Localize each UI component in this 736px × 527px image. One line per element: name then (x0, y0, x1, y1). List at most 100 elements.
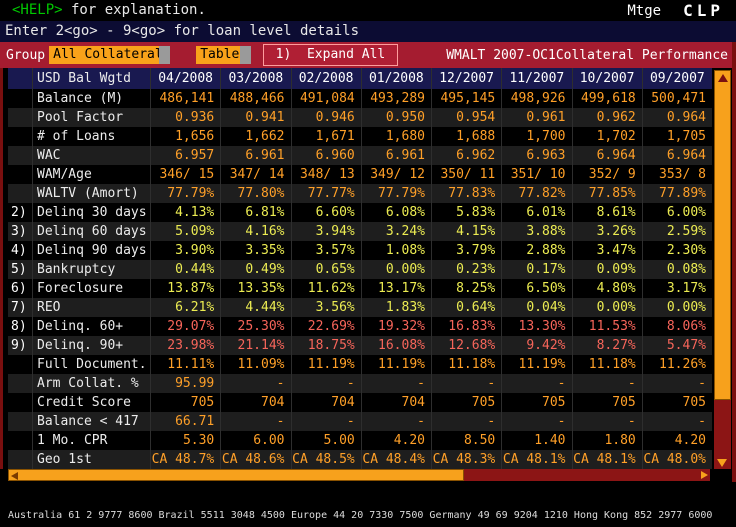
vertical-scrollbar[interactable] (714, 70, 731, 469)
table-row: 3)Delinq 60 days5.09%4.16%3.94%3.24%4.15… (8, 222, 712, 241)
table-row: 5)Bankruptcy0.44%0.49%0.65%0.00%0.23%0.1… (8, 260, 712, 279)
row-number[interactable]: 9) (8, 336, 32, 355)
view-dropdown-handle[interactable] (240, 46, 251, 64)
cell-value: 66.71 (150, 412, 220, 431)
cell-value: 5.47% (642, 336, 712, 355)
cell-value: 6.962 (431, 146, 501, 165)
row-number[interactable]: 2) (8, 203, 32, 222)
cell-value: 346/ 15 (150, 165, 220, 184)
cell-value: 3.90% (150, 241, 220, 260)
cell-value: 3.56% (291, 298, 361, 317)
cell-value: 488,466 (220, 89, 290, 108)
cell-value: 21.14% (220, 336, 290, 355)
cell-value: 11.18% (431, 355, 501, 374)
column-header: 04/2008 (150, 68, 220, 89)
row-label[interactable]: Delinq 30 days (32, 203, 150, 222)
header-number-cell (8, 68, 32, 89)
cell-value: - (361, 374, 431, 393)
cell-value: 77.79% (150, 184, 220, 203)
table-row: # of Loans1,6561,6621,6711,6801,6881,700… (8, 127, 712, 146)
cell-value: 0.04% (501, 298, 571, 317)
cell-value: 1.80 (572, 431, 642, 450)
table-row: Full Document.11.11%11.09%11.19%11.19%11… (8, 355, 712, 374)
row-number[interactable]: 7) (8, 298, 32, 317)
expand-all-button[interactable]: 1) Expand All (263, 44, 399, 66)
group-dropdown[interactable]: All Collateral (49, 46, 159, 64)
cell-value: 499,618 (572, 89, 642, 108)
scroll-right-icon[interactable] (701, 471, 708, 479)
row-label[interactable]: REO (32, 298, 150, 317)
cell-value: - (572, 374, 642, 393)
row-label[interactable]: Delinq. 60+ (32, 317, 150, 336)
cell-value: 1.40 (501, 431, 571, 450)
cell-value: 498,926 (501, 89, 571, 108)
cell-value: 0.00% (642, 298, 712, 317)
cell-value: 349/ 12 (361, 165, 431, 184)
cell-value: 77.83% (431, 184, 501, 203)
cell-value: 4.20 (361, 431, 431, 450)
cell-value: 11.09% (220, 355, 290, 374)
cell-value: 1,700 (501, 127, 571, 146)
left-edge-strip (0, 68, 3, 469)
cell-value: 0.936 (150, 108, 220, 127)
cell-value: 1,662 (220, 127, 290, 146)
cell-value: 500,471 (642, 89, 712, 108)
horizontal-scrollbar-thumb[interactable] (8, 469, 464, 481)
cell-value: 0.08% (642, 260, 712, 279)
cell-value: CA 48.5% (291, 450, 361, 469)
cell-value: 25.30% (220, 317, 290, 336)
cell-value: 13.35% (220, 279, 290, 298)
cell-value: 0.962 (572, 108, 642, 127)
cell-value: 22.69% (291, 317, 361, 336)
row-number (8, 431, 32, 450)
cell-value: 8.61% (572, 203, 642, 222)
row-label[interactable]: Bankruptcy (32, 260, 150, 279)
cell-value: 1.83% (361, 298, 431, 317)
scroll-left-icon[interactable] (11, 472, 18, 480)
row-label[interactable]: Delinq. 90+ (32, 336, 150, 355)
cell-value: 3.24% (361, 222, 431, 241)
horizontal-scrollbar[interactable] (8, 469, 710, 481)
vertical-scrollbar-thumb[interactable] (714, 70, 731, 400)
cell-value: 18.75% (291, 336, 361, 355)
row-label[interactable]: Delinq 60 days (32, 222, 150, 241)
row-number[interactable]: 8) (8, 317, 32, 336)
scroll-down-icon[interactable] (717, 459, 727, 467)
table-row: WAM/Age346/ 15347/ 14348/ 13349/ 12350/ … (8, 165, 712, 184)
cell-value: 77.80% (220, 184, 290, 203)
table-header-row: USD Bal Wgtd 04/200803/200802/200801/200… (8, 68, 712, 89)
cell-value: 6.960 (291, 146, 361, 165)
cell-value: CA 48.6% (220, 450, 290, 469)
cell-value: 3.17% (642, 279, 712, 298)
scroll-up-icon[interactable] (718, 74, 728, 82)
row-number (8, 184, 32, 203)
row-number[interactable]: 3) (8, 222, 32, 241)
row-number[interactable]: 5) (8, 260, 32, 279)
cell-value: 495,145 (431, 89, 501, 108)
table-row: 2)Delinq 30 days4.13%6.81%6.60%6.08%5.83… (8, 203, 712, 222)
group-dropdown-handle[interactable] (159, 46, 170, 64)
view-dropdown[interactable]: Table (196, 46, 240, 64)
cell-value: 0.00% (361, 260, 431, 279)
help-link[interactable]: <HELP> (0, 2, 63, 18)
table-row: Credit Score705704704704705705705705 (8, 393, 712, 412)
bloomberg-terminal-screen: <HELP> for explanation. Mtge CLP Enter 2… (0, 0, 736, 527)
row-number (8, 165, 32, 184)
row-number (8, 355, 32, 374)
cell-value: 1,656 (150, 127, 220, 146)
cell-value: 6.08% (361, 203, 431, 222)
row-number[interactable]: 4) (8, 241, 32, 260)
cell-value: 0.09% (572, 260, 642, 279)
cell-value: 704 (291, 393, 361, 412)
cell-value: 13.30% (501, 317, 571, 336)
cell-value: CA 48.3% (431, 450, 501, 469)
table-row: Arm Collat. %95.99------- (8, 374, 712, 393)
cell-value: 0.964 (642, 108, 712, 127)
row-number[interactable]: 6) (8, 279, 32, 298)
table-row: Geo 1stCA 48.7%CA 48.6%CA 48.5%CA 48.4%C… (8, 450, 712, 469)
row-label[interactable]: Delinq 90 days (32, 241, 150, 260)
cell-value: 77.79% (361, 184, 431, 203)
collateral-table: USD Bal Wgtd 04/200803/200802/200801/200… (8, 68, 712, 469)
row-label[interactable]: Foreclosure (32, 279, 150, 298)
right-edge-strip (732, 42, 736, 482)
